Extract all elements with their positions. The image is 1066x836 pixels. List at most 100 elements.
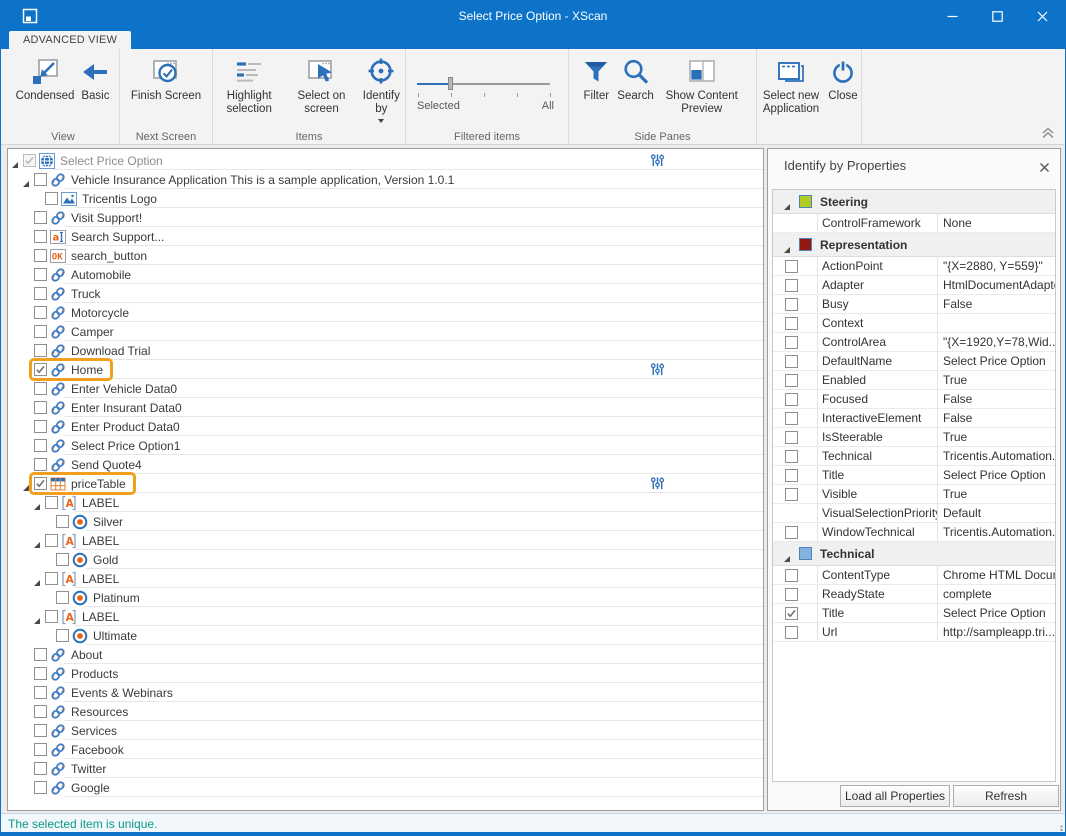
slider-handle[interactable] xyxy=(448,77,453,90)
tree-row-checkbox[interactable] xyxy=(34,477,47,490)
property-row[interactable]: Context xyxy=(773,314,1055,333)
load-all-properties-button[interactable]: Load all Properties xyxy=(840,785,950,807)
property-checkbox[interactable] xyxy=(785,588,798,601)
property-row[interactable]: ActionPoint"{X=2880, Y=559}" xyxy=(773,257,1055,276)
tree-row-checkbox[interactable] xyxy=(23,154,36,167)
tree-row-checkbox[interactable] xyxy=(34,173,47,186)
basic-button[interactable]: Basic xyxy=(77,57,113,103)
finish-screen-button[interactable]: Finish Screen xyxy=(128,57,204,103)
collapse-ribbon-icon[interactable] xyxy=(1041,126,1055,138)
resize-grip[interactable] xyxy=(1053,822,1063,832)
tree-row-checkbox[interactable] xyxy=(34,667,47,680)
property-checkbox[interactable] xyxy=(785,279,798,292)
tree-row-checkbox[interactable] xyxy=(34,249,47,262)
select-new-application-button[interactable]: Select new Application xyxy=(757,57,825,116)
property-checkbox[interactable] xyxy=(785,355,798,368)
maximize-button[interactable] xyxy=(975,1,1020,31)
property-checkbox[interactable] xyxy=(785,626,798,639)
search-button[interactable]: Search xyxy=(614,57,656,103)
tree-row-checkbox[interactable] xyxy=(34,686,47,699)
property-checkbox[interactable] xyxy=(785,412,798,425)
property-checkbox[interactable] xyxy=(785,469,798,482)
property-section-steering[interactable]: Steering xyxy=(773,190,1055,214)
property-row[interactable]: AdapterHtmlDocumentAdapter xyxy=(773,276,1055,295)
tree-row-checkbox[interactable] xyxy=(45,572,58,585)
tree-row-checkbox[interactable] xyxy=(34,382,47,395)
close-button[interactable]: Close xyxy=(825,57,861,103)
property-checkbox[interactable] xyxy=(785,450,798,463)
select-on-screen-button[interactable]: Select on screen xyxy=(285,57,357,116)
title-bar[interactable]: Select Price Option - XScan xyxy=(1,1,1065,31)
property-checkbox[interactable] xyxy=(785,607,798,620)
property-row[interactable]: FocusedFalse xyxy=(773,390,1055,409)
property-checkbox[interactable] xyxy=(785,431,798,444)
tree-row-checkbox[interactable] xyxy=(45,610,58,623)
property-section-technical[interactable]: Technical xyxy=(773,542,1055,566)
tree-row-checkbox[interactable] xyxy=(34,439,47,452)
tree-row-checkbox[interactable] xyxy=(34,230,47,243)
tree-row-checkbox[interactable] xyxy=(34,781,47,794)
tree-row[interactable]: Motorcycle xyxy=(8,303,763,322)
refresh-button[interactable]: Refresh xyxy=(953,785,1059,807)
tree-row-checkbox[interactable] xyxy=(56,515,69,528)
tree-row[interactable]: Ultimate xyxy=(8,626,763,645)
property-row[interactable]: WindowTechnicalTricentis.Automation... xyxy=(773,523,1055,542)
property-row[interactable]: ContentTypeChrome HTML Docum... xyxy=(773,566,1055,585)
property-row[interactable]: ControlArea"{X=1920,Y=78,Wid... xyxy=(773,333,1055,352)
tree-row-checkbox[interactable] xyxy=(45,534,58,547)
property-checkbox[interactable] xyxy=(785,317,798,330)
identify-by-button[interactable]: Identify by xyxy=(358,57,405,123)
minimize-button[interactable] xyxy=(930,1,975,31)
tree-row-checkbox[interactable] xyxy=(34,743,47,756)
panel-close-icon[interactable] xyxy=(1039,160,1050,171)
row-filter-sliders-icon[interactable] xyxy=(650,153,665,168)
property-row[interactable]: ReadyStatecomplete xyxy=(773,585,1055,604)
property-row[interactable]: TechnicalTricentis.Automation... xyxy=(773,447,1055,466)
property-checkbox[interactable] xyxy=(785,488,798,501)
tree-row[interactable]: Facebook xyxy=(8,740,763,759)
tree-row-checkbox[interactable] xyxy=(45,496,58,509)
property-row[interactable]: Urlhttp://sampleapp.tri... xyxy=(773,623,1055,642)
property-row[interactable]: BusyFalse xyxy=(773,295,1055,314)
tree-row-checkbox[interactable] xyxy=(34,306,47,319)
property-row[interactable]: TitleSelect Price Option xyxy=(773,466,1055,485)
tree-row-checkbox[interactable] xyxy=(34,287,47,300)
tree-row-checkbox[interactable] xyxy=(56,591,69,604)
tree-row[interactable]: Automobile xyxy=(8,265,763,284)
property-row[interactable]: VisualSelectionPriorityDefault xyxy=(773,504,1055,523)
section-expander-icon[interactable] xyxy=(783,550,791,558)
tree-row-checkbox[interactable] xyxy=(45,192,58,205)
tab-advanced-view[interactable]: ADVANCED VIEW xyxy=(9,31,131,49)
property-checkbox[interactable] xyxy=(785,393,798,406)
tree-row-checkbox[interactable] xyxy=(34,420,47,433)
tree-row-checkbox[interactable] xyxy=(34,705,47,718)
tree-row-checkbox[interactable] xyxy=(34,268,47,281)
section-expander-icon[interactable] xyxy=(783,198,791,206)
property-row[interactable]: ControlFrameworkNone xyxy=(773,214,1055,233)
property-row[interactable]: TitleSelect Price Option xyxy=(773,604,1055,623)
tree-row-checkbox[interactable] xyxy=(34,401,47,414)
property-checkbox[interactable] xyxy=(785,374,798,387)
tree-row-checkbox[interactable] xyxy=(34,762,47,775)
property-checkbox[interactable] xyxy=(785,260,798,273)
property-row[interactable]: DefaultNameSelect Price Option xyxy=(773,352,1055,371)
property-row[interactable]: IsSteerableTrue xyxy=(773,428,1055,447)
property-checkbox[interactable] xyxy=(785,336,798,349)
property-row[interactable]: InteractiveElementFalse xyxy=(773,409,1055,428)
property-checkbox[interactable] xyxy=(785,569,798,582)
property-row[interactable]: EnabledTrue xyxy=(773,371,1055,390)
section-expander-icon[interactable] xyxy=(783,241,791,249)
tree-row-checkbox[interactable] xyxy=(34,211,47,224)
show-content-preview-button[interactable]: Show Content Preview xyxy=(657,57,747,116)
property-row[interactable]: VisibleTrue xyxy=(773,485,1055,504)
tree-row-checkbox[interactable] xyxy=(34,648,47,661)
row-filter-sliders-icon[interactable] xyxy=(650,362,665,377)
tree-row-checkbox[interactable] xyxy=(56,629,69,642)
filter-button[interactable]: Filter xyxy=(578,57,614,103)
tree-row[interactable]: Download Trial xyxy=(8,341,763,360)
property-section-representation[interactable]: Representation xyxy=(773,233,1055,257)
filtered-items-slider[interactable]: Selected All xyxy=(417,69,557,139)
row-filter-sliders-icon[interactable] xyxy=(650,476,665,491)
tree-row-checkbox[interactable] xyxy=(34,325,47,338)
tree-row[interactable]: Google xyxy=(8,778,763,797)
